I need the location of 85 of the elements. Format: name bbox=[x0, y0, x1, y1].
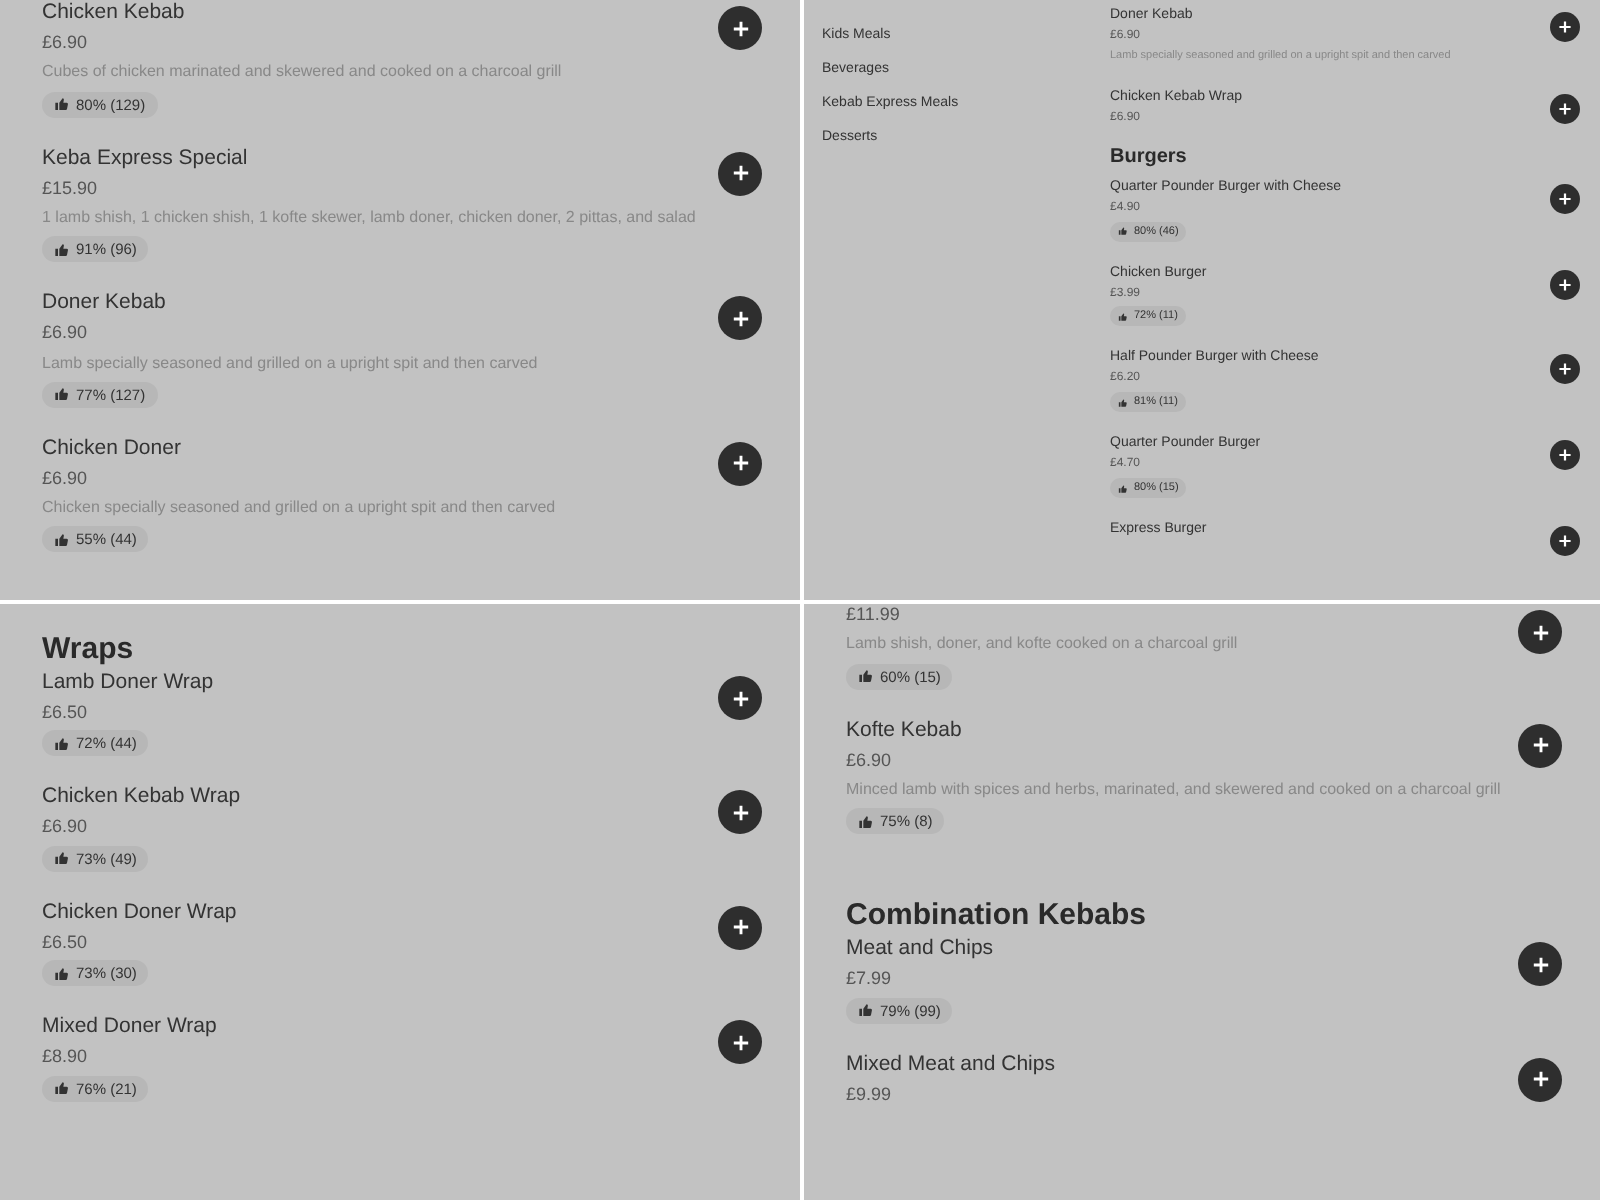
add-button[interactable] bbox=[1518, 610, 1562, 654]
item-price: £6.90 bbox=[846, 749, 894, 770]
add-button[interactable] bbox=[718, 151, 762, 196]
add-button[interactable] bbox=[718, 6, 762, 50]
add-button[interactable] bbox=[718, 441, 762, 486]
item-description: Lamb shish, doner, and kofte cooked on a charcoal grill bbox=[846, 632, 1238, 656]
plus-icon bbox=[1558, 20, 1572, 34]
item-name: Mixed Doner Wrap bbox=[42, 1014, 217, 1039]
add-button[interactable] bbox=[1550, 526, 1580, 557]
thumbs-up-icon bbox=[1118, 226, 1128, 236]
thumbs-up-icon bbox=[54, 735, 70, 752]
plus-icon bbox=[731, 689, 749, 707]
thumbs-up-icon bbox=[54, 241, 70, 258]
plus-icon bbox=[1558, 362, 1572, 377]
item-name: Chicken Doner Wrap bbox=[42, 899, 237, 924]
item-name: Doner Kebab bbox=[42, 290, 168, 315]
plus-icon bbox=[731, 454, 749, 473]
item-price: £15.90 bbox=[42, 177, 100, 198]
item-name: Mixed Meat and Chips bbox=[846, 1051, 1055, 1076]
thumbs-up-icon bbox=[54, 386, 70, 403]
item-description: 1 lamb shish, 1 chicken shish, 1 kofte skewer, lamb doner, chicken doner, 2 pittas, and salad bbox=[42, 206, 696, 229]
plus-icon bbox=[1558, 277, 1572, 291]
thumbs-up-icon bbox=[1118, 311, 1128, 322]
plus-icon bbox=[1531, 623, 1549, 641]
add-button[interactable] bbox=[1550, 354, 1580, 385]
plus-icon bbox=[731, 164, 749, 183]
add-button[interactable] bbox=[1518, 1057, 1562, 1102]
add-button[interactable] bbox=[1550, 12, 1580, 42]
add-button[interactable] bbox=[1550, 93, 1580, 124]
add-button[interactable] bbox=[1550, 269, 1580, 299]
plus-icon bbox=[731, 803, 749, 822]
item-price: £6.90 bbox=[42, 32, 90, 53]
item-price: £6.90 bbox=[42, 467, 90, 489]
add-button[interactable] bbox=[718, 905, 762, 950]
item-name: Keba Express Special bbox=[42, 145, 250, 170]
item-description: Chicken specially seasoned and grilled on a upright spit and then carved bbox=[42, 496, 556, 519]
item-description: Lamb specially seasoned and grilled on a upright spit and then carved bbox=[42, 351, 538, 374]
add-button[interactable] bbox=[718, 1020, 762, 1065]
item-name: Chicken Doner bbox=[42, 435, 183, 460]
thumbs-up-icon bbox=[54, 531, 70, 548]
item-name: Chicken Kebab Wrap bbox=[42, 784, 241, 809]
plus-icon bbox=[1558, 534, 1572, 549]
plus-icon bbox=[731, 918, 749, 937]
section-heading: Combination Kebabs bbox=[846, 898, 1149, 933]
plus-icon bbox=[1531, 1070, 1549, 1089]
item-price: £9.99 bbox=[846, 1083, 894, 1104]
add-button[interactable] bbox=[718, 296, 762, 341]
item-price: £6.90 bbox=[42, 322, 90, 344]
plus-icon bbox=[1558, 191, 1572, 206]
item-name: Kofte Kebab bbox=[846, 717, 964, 742]
plus-icon bbox=[1531, 736, 1549, 755]
item-price: £6.90 bbox=[42, 816, 90, 838]
thumbs-up-icon bbox=[54, 96, 70, 113]
item-price: £8.90 bbox=[42, 1046, 90, 1068]
plus-icon bbox=[731, 19, 749, 37]
section-heading: Burgers bbox=[1110, 145, 1189, 168]
add-button[interactable] bbox=[718, 790, 762, 835]
thumbs-up-icon bbox=[54, 965, 70, 982]
thumbs-up-icon bbox=[858, 813, 874, 830]
add-button[interactable] bbox=[1550, 440, 1580, 471]
add-button[interactable] bbox=[718, 676, 762, 720]
add-button[interactable] bbox=[1518, 723, 1562, 768]
item-name: Lamb Doner Wrap bbox=[42, 670, 214, 695]
item-price: £6.50 bbox=[42, 931, 90, 953]
add-button[interactable] bbox=[1518, 942, 1562, 987]
item-description: Cubes of chicken marinated and skewered and cooked on a charcoal grill bbox=[42, 60, 562, 84]
plus-icon bbox=[731, 309, 749, 328]
thumbs-up-icon bbox=[858, 668, 874, 685]
thumbs-up-icon bbox=[1118, 397, 1128, 408]
thumbs-up-icon bbox=[54, 1080, 70, 1097]
thumbs-up-icon bbox=[858, 1002, 874, 1019]
section-heading: Wraps bbox=[42, 632, 136, 666]
item-description: Minced lamb with spices and herbs, marinated, and skewered and cooked on a charcoal grill bbox=[846, 777, 1501, 801]
plus-icon bbox=[1558, 448, 1572, 463]
item-price: £11.99 bbox=[846, 604, 902, 625]
plus-icon bbox=[1558, 101, 1572, 116]
item-price: £7.99 bbox=[846, 968, 894, 990]
plus-icon bbox=[1531, 955, 1549, 974]
item-price: £6.50 bbox=[42, 702, 90, 723]
thumbs-up-icon bbox=[54, 850, 70, 867]
add-button[interactable] bbox=[1550, 183, 1580, 214]
item-name: Chicken Kebab bbox=[42, 0, 187, 25]
item-name: Meat and Chips bbox=[846, 936, 994, 961]
thumbs-up-icon bbox=[1118, 483, 1128, 494]
plus-icon bbox=[731, 1033, 749, 1052]
